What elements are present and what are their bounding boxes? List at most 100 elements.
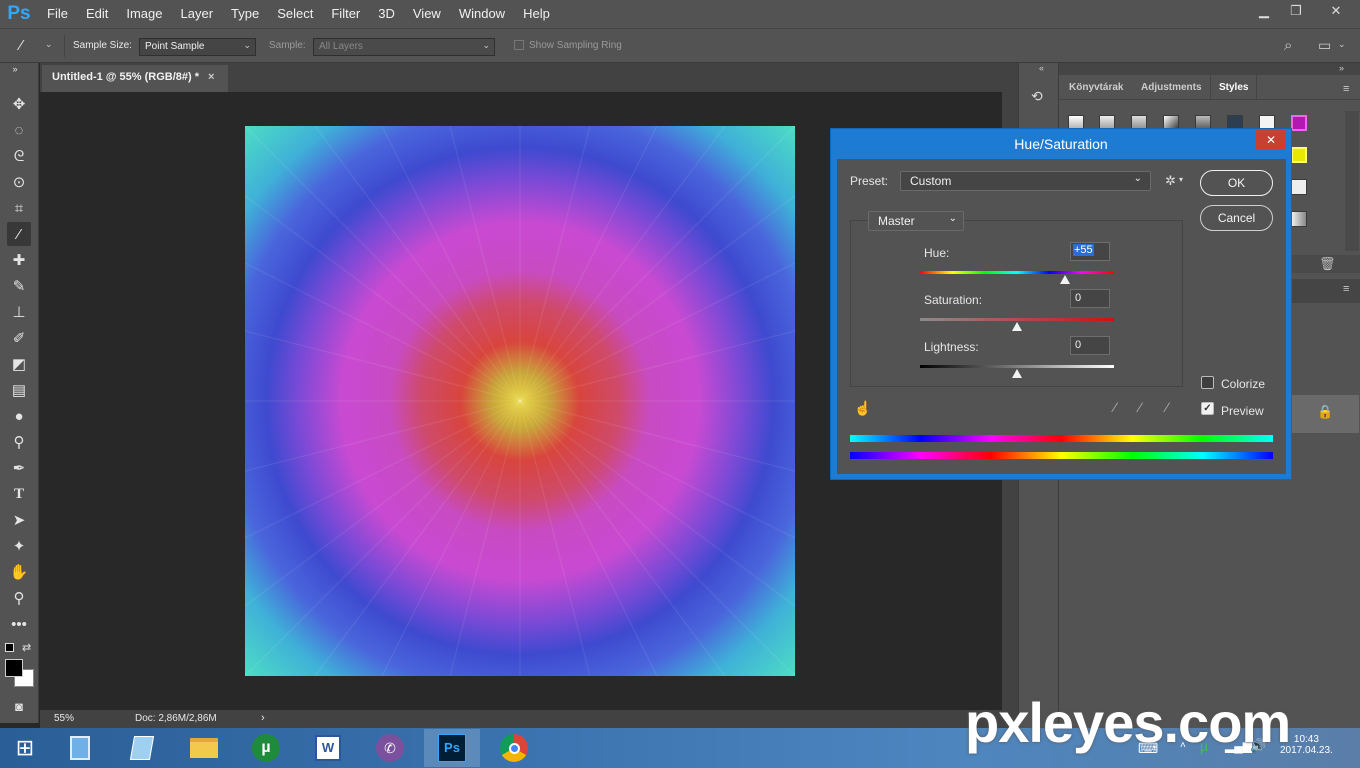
collapse-icon[interactable]: « — [1039, 63, 1044, 73]
hue-input[interactable]: +55 — [1070, 242, 1110, 261]
menu-window[interactable]: Window — [450, 0, 514, 28]
cancel-button[interactable]: Cancel — [1200, 205, 1273, 231]
sampling-ring-checkbox[interactable] — [514, 40, 524, 50]
eyedropper-tool-icon[interactable]: ⁄ — [7, 222, 31, 246]
style-swatch[interactable] — [1291, 147, 1307, 163]
chevron-right-icon[interactable]: › — [261, 712, 265, 724]
gear-icon[interactable]: ✲ — [1165, 173, 1176, 189]
utorrent-icon[interactable]: µ — [238, 729, 294, 767]
lock-icon[interactable]: 🔒 — [1317, 404, 1333, 420]
style-swatch[interactable] — [1291, 179, 1307, 195]
quick-mask-icon[interactable]: ◙ — [7, 694, 31, 718]
viber-icon[interactable]: ✆ — [362, 729, 418, 767]
document-tab[interactable]: Untitled-1 @ 55% (RGB/8#) * × — [42, 65, 228, 92]
collapse-icon[interactable]: » — [1339, 63, 1344, 73]
search-icon[interactable]: ⌕ — [1284, 37, 1292, 54]
menu-3d[interactable]: 3D — [369, 0, 404, 28]
lasso-tool-icon[interactable]: ᘓ — [7, 144, 31, 168]
panel-menu-icon[interactable]: ≡ — [1343, 283, 1349, 295]
stamp-tool-icon[interactable]: ⊥ — [7, 300, 31, 324]
menu-image[interactable]: Image — [117, 0, 171, 28]
style-swatch[interactable] — [1291, 115, 1307, 131]
minimize-icon[interactable]: ▁ — [1248, 0, 1280, 22]
saturation-slider-thumb[interactable] — [1012, 322, 1022, 331]
menu-help[interactable]: Help — [514, 0, 559, 28]
path-selection-tool-icon[interactable]: ➤ — [7, 508, 31, 532]
targeted-adjustment-icon[interactable]: ☝ — [854, 400, 871, 417]
lightness-slider[interactable] — [920, 365, 1114, 368]
preview-checkbox[interactable]: ✓ — [1201, 402, 1214, 415]
chevron-down-icon[interactable]: ⌄ — [1338, 39, 1346, 50]
chrome-icon[interactable] — [486, 729, 542, 767]
history-brush-tool-icon[interactable]: ✐ — [7, 326, 31, 350]
tab-adjustments[interactable]: Adjustments — [1141, 75, 1202, 99]
lightness-slider-thumb[interactable] — [1012, 369, 1022, 378]
lightness-input[interactable]: 0 — [1070, 336, 1110, 355]
menu-type[interactable]: Type — [222, 0, 268, 28]
eyedropper-icon[interactable]: ⁄ — [1114, 399, 1116, 415]
eyedropper-plus-icon[interactable]: ⁄ — [1139, 399, 1141, 415]
hue-slider[interactable] — [920, 271, 1114, 274]
menu-edit[interactable]: Edit — [77, 0, 117, 28]
foreground-color-swatch[interactable] — [5, 659, 23, 677]
calculator-icon[interactable] — [52, 729, 108, 767]
channel-select[interactable]: Master ⌄ — [868, 211, 964, 231]
zoom-tool-icon[interactable]: ⚲ — [7, 586, 31, 610]
chevron-down-icon[interactable]: ⌄ — [45, 39, 53, 50]
marquee-tool-icon[interactable]: ◌ — [7, 118, 31, 142]
saturation-input[interactable]: 0 — [1070, 289, 1110, 308]
sample-size-select[interactable]: Point Sample ⌄ — [139, 38, 256, 56]
hue-slider-thumb[interactable] — [1060, 275, 1070, 284]
style-swatch[interactable] — [1291, 211, 1307, 227]
saturation-slider[interactable] — [920, 318, 1114, 321]
panel-menu-icon[interactable]: ≡ — [1343, 83, 1349, 95]
notepad-icon[interactable] — [114, 729, 170, 767]
zoom-level[interactable]: 55% — [54, 713, 74, 724]
crop-tool-icon[interactable]: ⌗ — [7, 196, 31, 220]
brush-tool-icon[interactable]: ✎ — [7, 274, 31, 298]
eyedropper-tool-icon[interactable]: ⁄ — [20, 37, 23, 54]
photoshop-icon[interactable]: Ps — [424, 729, 480, 767]
healing-brush-tool-icon[interactable]: ✚ — [7, 248, 31, 272]
tab-konyvtarak[interactable]: Könyvtárak — [1069, 75, 1123, 99]
menu-layer[interactable]: Layer — [172, 0, 223, 28]
menu-select[interactable]: Select — [268, 0, 322, 28]
close-icon[interactable]: ✕ — [1256, 130, 1286, 150]
close-tab-icon[interactable]: × — [208, 71, 214, 83]
hand-tool-icon[interactable]: ✋ — [7, 560, 31, 584]
menu-view[interactable]: View — [404, 0, 450, 28]
menu-file[interactable]: File — [38, 0, 77, 28]
start-windows-icon[interactable]: ⊞ — [0, 729, 50, 767]
gradient-tool-icon[interactable]: ▤ — [7, 378, 31, 402]
preset-select[interactable]: Custom ⌄ — [900, 171, 1151, 191]
pen-tool-icon[interactable]: ✒ — [7, 456, 31, 480]
sample-select[interactable]: All Layers ⌄ — [313, 38, 495, 56]
chevron-down-icon[interactable]: ▾ — [1179, 175, 1183, 184]
tab-styles[interactable]: Styles — [1210, 75, 1258, 99]
workspace-icon[interactable]: ▭ — [1318, 37, 1331, 54]
move-tool-icon[interactable]: ✥ — [7, 92, 31, 116]
colorize-checkbox[interactable] — [1201, 376, 1214, 389]
menu-bar: Ps File Edit Image Layer Type Select Fil… — [0, 0, 1360, 28]
eraser-tool-icon[interactable]: ◩ — [7, 352, 31, 376]
more-tools-icon[interactable]: ••• — [7, 612, 31, 636]
history-panel-icon[interactable]: ⟲ — [1031, 88, 1043, 105]
expand-icon[interactable]: » — [3, 64, 27, 74]
dodge-tool-icon[interactable]: ⚲ — [7, 430, 31, 454]
default-colors-icon[interactable] — [5, 643, 14, 652]
close-icon[interactable]: ✕ — [1312, 0, 1360, 22]
file-explorer-icon[interactable] — [176, 729, 232, 767]
word-icon[interactable]: W — [300, 729, 356, 767]
blur-tool-icon[interactable]: ● — [7, 404, 31, 428]
trash-icon[interactable]: 🗑 — [1319, 256, 1336, 272]
styles-scrollbar[interactable] — [1345, 111, 1359, 251]
quick-selection-tool-icon[interactable]: ⊙ — [7, 170, 31, 194]
eyedropper-minus-icon[interactable]: ⁄ — [1166, 399, 1168, 415]
ok-button[interactable]: OK — [1200, 170, 1273, 196]
restore-icon[interactable]: ❐ — [1280, 0, 1312, 22]
swap-colors-icon[interactable]: ⇄ — [22, 641, 31, 654]
type-tool-icon[interactable]: T — [7, 482, 31, 506]
menu-filter[interactable]: Filter — [322, 0, 369, 28]
artwork-canvas[interactable] — [245, 126, 795, 676]
shape-tool-icon[interactable]: ✦ — [7, 534, 31, 558]
